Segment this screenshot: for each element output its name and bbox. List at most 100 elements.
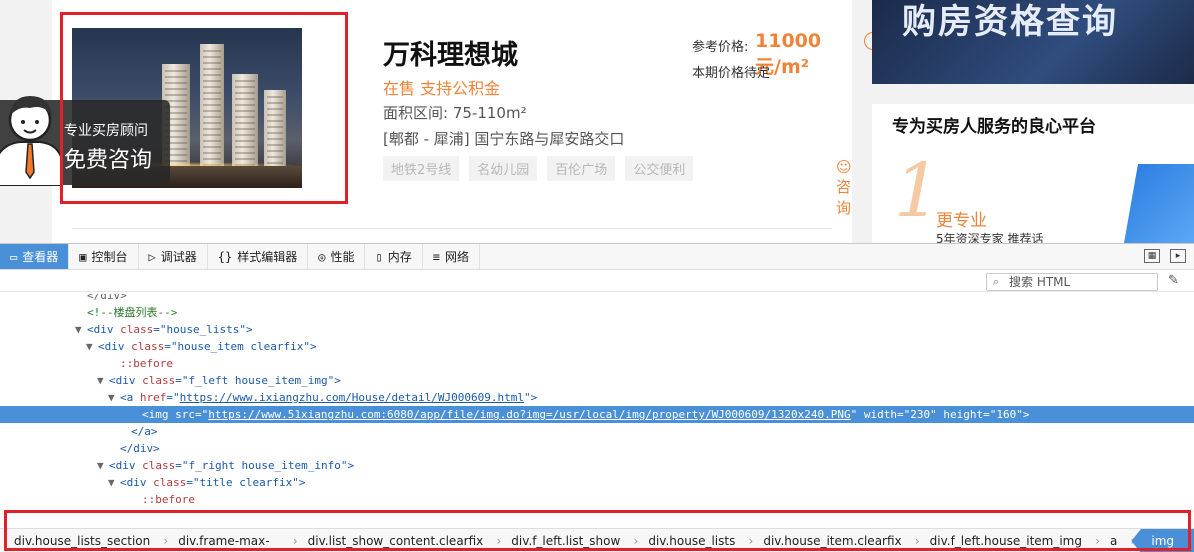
- screenshot-root: 万科理想城 在售 支持公积金 面积区间: 75-110m² [郫都 - 犀浦] …: [0, 0, 1194, 552]
- tab-style-editor[interactable]: {} 样式编辑器: [208, 244, 309, 269]
- inspector-icon: ▭: [10, 249, 18, 264]
- expand-toggle-icon[interactable]: ▼: [86, 338, 98, 355]
- tab-label: 网络: [444, 250, 469, 264]
- tab-label: 调试器: [160, 250, 197, 264]
- markup-token: class: [142, 374, 176, 387]
- markup-token: ": [850, 408, 864, 421]
- markup-token: height: [943, 408, 984, 421]
- tab-label: 样式编辑器: [237, 250, 298, 264]
- markup-token: =: [186, 476, 193, 489]
- devtools-toolbar: ▭ 查看器 ▣ 控制台 ▷ 调试器 {} 样式编辑器 ◎ 性能 ▯ 内存 ≡ 网络 ▦ ▸: [0, 244, 1194, 270]
- markup-node[interactable]: </a>: [0, 423, 1194, 440]
- markup-token: "230": [903, 408, 937, 421]
- performance-icon: ◎: [318, 249, 326, 264]
- markup-node[interactable]: <!--楼盘列表-->: [0, 304, 1194, 321]
- expand-toggle-icon[interactable]: ▼: [75, 321, 87, 338]
- area-range: 面积区间: 75-110m²: [383, 104, 527, 122]
- markup-token: <div: [120, 476, 154, 489]
- promo-panel: 专为买房人服务的良心平台 1 更专业 5年资深专家 推荐话: [872, 104, 1194, 243]
- markup-token: =": [195, 408, 209, 421]
- markup-token: ">: [524, 391, 538, 404]
- network-icon: ≡: [432, 249, 440, 264]
- web-page: 万科理想城 在售 支持公积金 面积区间: 75-110m² [郫都 - 犀浦] …: [0, 0, 1194, 243]
- tab-label: 内存: [387, 250, 412, 264]
- markup-token: >: [309, 340, 317, 353]
- markup-token: </div>: [87, 294, 127, 302]
- feature-tag: 地铁2号线: [383, 156, 460, 181]
- memory-icon: ▯: [375, 249, 383, 264]
- feature-tag: 百伦广场: [547, 156, 616, 181]
- markup-token: "f_left house_item_img": [181, 374, 335, 387]
- promo-accent: [1124, 164, 1194, 243]
- markup-token: <!--楼盘列表-->: [87, 306, 178, 319]
- markup-token: "house_lists": [159, 323, 246, 336]
- markup-token: </a>: [131, 425, 158, 438]
- tab-console[interactable]: ▣ 控制台: [69, 244, 139, 269]
- tab-inspector[interactable]: ▭ 查看器: [0, 244, 70, 269]
- ask-button[interactable]: ☺ 咨询: [836, 158, 852, 218]
- property-title[interactable]: 万科理想城: [383, 33, 518, 72]
- tab-label: 控制台: [91, 250, 128, 264]
- banner-text: 购房资格查询: [902, 2, 1118, 42]
- markup-token: >: [1022, 408, 1030, 421]
- markup-token: ::before: [120, 357, 173, 370]
- dock-layout-icon[interactable]: ▦: [1144, 249, 1160, 263]
- search-html-input[interactable]: ⌕ 搜索 HTML: [986, 273, 1158, 291]
- tab-network[interactable]: ≡ 网络: [423, 244, 480, 269]
- markup-token: <a: [120, 391, 140, 404]
- promo-title: 专为买房人服务的良心平台: [892, 117, 1096, 137]
- split-console-icon[interactable]: ▸: [1170, 249, 1186, 263]
- markup-token: <div: [109, 374, 143, 387]
- expand-toggle-icon[interactable]: ▼: [108, 474, 120, 491]
- tab-memory[interactable]: ▯ 内存: [365, 244, 423, 269]
- markup-token[interactable]: https://www.ixiangzhu.com/House/detail/W…: [180, 391, 524, 404]
- debugger-icon: ▷: [148, 249, 156, 264]
- markup-node-selected[interactable]: <img src="https://www.51xiangzhu.com:608…: [0, 406, 1194, 423]
- element-highlight-box: [60, 12, 348, 204]
- tab-debugger[interactable]: ▷ 调试器: [139, 244, 208, 269]
- markup-token[interactable]: https://www.51xiangzhu.com:6080/app/file…: [208, 408, 850, 421]
- markup-token: "f_right house_item_info": [181, 459, 348, 472]
- markup-token: class: [131, 340, 165, 353]
- markup-token: width: [863, 408, 898, 421]
- markup-token: href: [139, 391, 167, 404]
- promo-number: 1: [894, 148, 942, 234]
- eyedropper-icon[interactable]: ✎: [1168, 273, 1179, 288]
- markup-node[interactable]: ::before: [0, 355, 1194, 372]
- promo-caption: 5年资深专家 推荐话: [936, 232, 1044, 243]
- markup-token: >: [334, 374, 341, 387]
- markup-token: =: [153, 323, 160, 336]
- markup-token: "house_item clearfix": [170, 340, 310, 353]
- feature-tag: 名幼儿园: [469, 156, 538, 181]
- markup-token: =: [175, 459, 182, 472]
- tab-label: 查看器: [22, 250, 59, 264]
- markup-token: "title clearfix": [192, 476, 299, 489]
- markup-node[interactable]: ▼ <div class="house_lists">: [0, 321, 1194, 338]
- markup-token: <div: [87, 323, 121, 336]
- markup-node[interactable]: </div>: [0, 440, 1194, 457]
- qualification-banner[interactable]: 购房资格查询: [872, 0, 1194, 84]
- tab-performance[interactable]: ◎ 性能: [308, 244, 366, 269]
- expand-toggle-icon[interactable]: ▼: [97, 372, 109, 389]
- markup-node[interactable]: ▼ <div class="house_item clearfix">: [0, 338, 1194, 355]
- markup-token: >: [347, 459, 355, 472]
- markup-node[interactable]: ::before: [0, 491, 1194, 508]
- markup-token: =": [166, 391, 180, 404]
- inspector-subbar: ⌕ 搜索 HTML ✎: [0, 270, 1194, 292]
- markup-tree[interactable]: </div> <!--楼盘列表--> ▼ <div class="house_list…: [0, 294, 1194, 510]
- expand-toggle-icon[interactable]: ▼: [108, 389, 120, 406]
- breadcrumb-highlight-box: [4, 510, 1191, 551]
- markup-node[interactable]: </div>: [0, 294, 1194, 304]
- chat-icon: ☺: [836, 158, 852, 176]
- advisor-icon: [0, 96, 62, 186]
- markup-token: class: [153, 476, 187, 489]
- tab-label: 性能: [330, 250, 355, 264]
- markup-node[interactable]: ▼ <div class="title clearfix">: [0, 474, 1194, 491]
- style-editor-icon: {}: [217, 249, 233, 264]
- feature-tag: 公交便利: [625, 156, 694, 181]
- markup-node[interactable]: ▼ <div class="f_right house_item_info">: [0, 457, 1194, 474]
- markup-node[interactable]: ▼ <div class="f_left house_item_img">: [0, 372, 1194, 389]
- expand-toggle-icon[interactable]: ▼: [97, 457, 109, 474]
- markup-node[interactable]: ▼ <a href="https://www.ixiangzhu.com/Hous…: [0, 389, 1194, 406]
- markup-token: <div: [98, 340, 132, 353]
